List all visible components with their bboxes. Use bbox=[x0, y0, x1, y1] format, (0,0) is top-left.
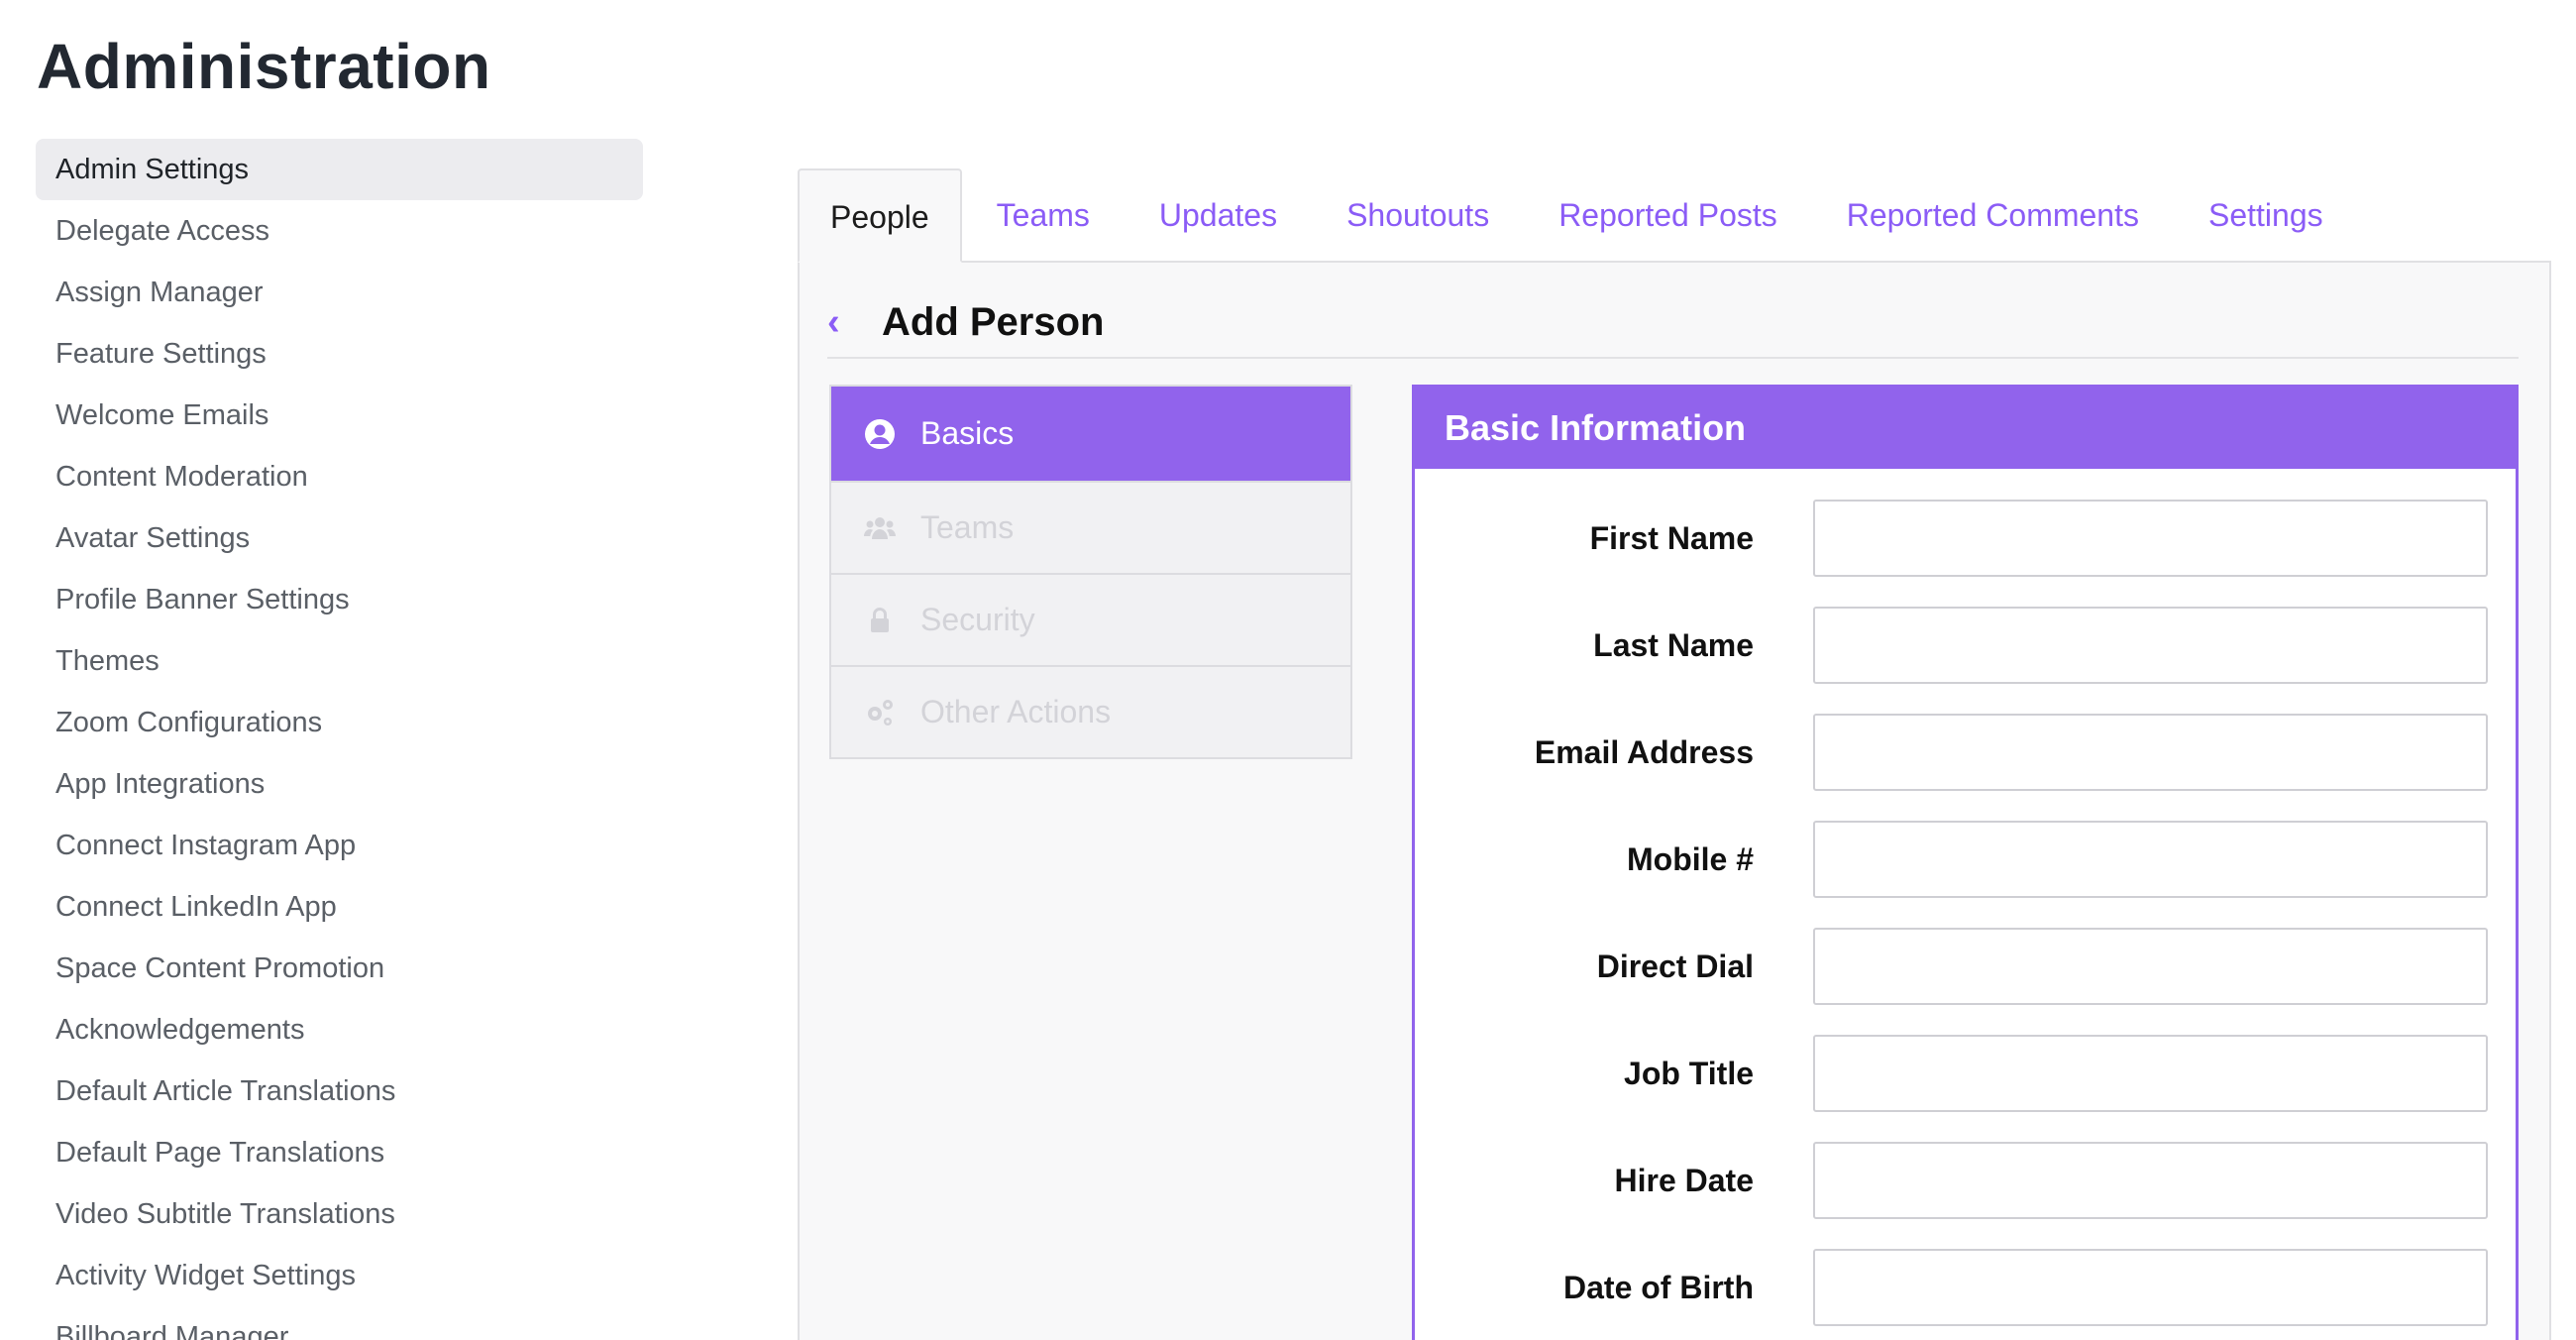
chevron-left-icon[interactable]: ‹ bbox=[827, 301, 872, 344]
tab-shoutouts[interactable]: Shoutouts bbox=[1312, 168, 1524, 263]
subnav-item-label: Basics bbox=[920, 415, 1015, 451]
subnav-item-other-actions[interactable]: Other Actions bbox=[831, 665, 1350, 757]
last-name-field[interactable] bbox=[1813, 607, 2488, 684]
card-title: Basic Information bbox=[1415, 388, 2516, 469]
header-divider bbox=[827, 357, 2519, 359]
tab-bar: People Teams Updates Shoutouts Reported … bbox=[798, 168, 2358, 263]
job-title-field[interactable] bbox=[1813, 1035, 2488, 1112]
sidebar-item-admin-settings[interactable]: Admin Settings bbox=[36, 139, 643, 200]
subnav-item-label: Teams bbox=[920, 509, 1015, 545]
form-row-date-of-birth: Date of Birth bbox=[1415, 1249, 2516, 1326]
subnav-item-basics[interactable]: Basics bbox=[831, 387, 1350, 481]
subnav-item-security[interactable]: Security bbox=[831, 573, 1350, 665]
sidebar-item-assign-manager[interactable]: Assign Manager bbox=[36, 262, 643, 323]
sidebar-item-delegate-access[interactable]: Delegate Access bbox=[36, 200, 643, 262]
subnav-item-label: Other Actions bbox=[920, 694, 1112, 729]
form-row-mobile: Mobile # bbox=[1415, 821, 2516, 898]
date-of-birth-label: Date of Birth bbox=[1563, 1269, 1754, 1305]
form-row-job-title: Job Title bbox=[1415, 1035, 2516, 1112]
sidebar-item-activity-widget-settings[interactable]: Activity Widget Settings bbox=[36, 1245, 643, 1306]
tab-reported-posts[interactable]: Reported Posts bbox=[1524, 168, 1812, 263]
section-title: Add Person bbox=[882, 299, 1105, 344]
sidebar-item-profile-banner-settings[interactable]: Profile Banner Settings bbox=[36, 569, 643, 630]
user-circle-icon bbox=[863, 417, 897, 451]
sidebar-item-billboard-manager[interactable]: Billboard Manager bbox=[36, 1306, 643, 1340]
first-name-label: First Name bbox=[1589, 519, 1754, 556]
sidebar-item-acknowledgements[interactable]: Acknowledgements bbox=[36, 999, 643, 1061]
job-title-label: Job Title bbox=[1624, 1055, 1754, 1091]
sidebar-item-app-integrations[interactable]: App Integrations bbox=[36, 753, 643, 815]
email-address-label: Email Address bbox=[1534, 733, 1754, 770]
users-icon bbox=[863, 511, 897, 545]
email-address-field[interactable] bbox=[1813, 714, 2488, 791]
tab-settings[interactable]: Settings bbox=[2174, 168, 2358, 263]
section-header: ‹ Add Person bbox=[827, 287, 1104, 357]
sidebar-item-space-content-promotion[interactable]: Space Content Promotion bbox=[36, 938, 643, 999]
sidebar-item-feature-settings[interactable]: Feature Settings bbox=[36, 323, 643, 385]
direct-dial-label: Direct Dial bbox=[1596, 948, 1754, 984]
form-row-last-name: Last Name bbox=[1415, 607, 2516, 684]
form-row-first-name: First Name bbox=[1415, 500, 2516, 577]
sidebar-item-connect-linkedin-app[interactable]: Connect LinkedIn App bbox=[36, 876, 643, 938]
admin-page: Administration Admin Settings Delegate A… bbox=[0, 0, 2576, 1340]
mobile-field[interactable] bbox=[1813, 821, 2488, 898]
direct-dial-field[interactable] bbox=[1813, 928, 2488, 1005]
first-name-field[interactable] bbox=[1813, 500, 2488, 577]
form-row-hire-date: Hire Date bbox=[1415, 1142, 2516, 1219]
admin-sidebar: Admin Settings Delegate Access Assign Ma… bbox=[36, 139, 643, 1340]
tab-updates[interactable]: Updates bbox=[1125, 168, 1312, 263]
gears-icon bbox=[863, 696, 897, 729]
sidebar-item-connect-instagram-app[interactable]: Connect Instagram App bbox=[36, 815, 643, 876]
sidebar-item-welcome-emails[interactable]: Welcome Emails bbox=[36, 385, 643, 446]
sidebar-item-video-subtitle-translations[interactable]: Video Subtitle Translations bbox=[36, 1183, 643, 1245]
hire-date-field[interactable] bbox=[1813, 1142, 2488, 1219]
subnav-item-label: Security bbox=[920, 602, 1035, 637]
basic-information-form: First Name Last Name Email Address Mobil… bbox=[1415, 500, 2516, 1340]
lock-icon bbox=[863, 604, 897, 637]
tab-people[interactable]: People bbox=[798, 168, 962, 263]
last-name-label: Last Name bbox=[1593, 626, 1754, 663]
tab-teams[interactable]: Teams bbox=[962, 168, 1125, 263]
sidebar-item-default-article-translations[interactable]: Default Article Translations bbox=[36, 1061, 643, 1122]
form-row-email-address: Email Address bbox=[1415, 714, 2516, 791]
sidebar-item-default-page-translations[interactable]: Default Page Translations bbox=[36, 1122, 643, 1183]
sidebar-item-zoom-configurations[interactable]: Zoom Configurations bbox=[36, 692, 643, 753]
hire-date-label: Hire Date bbox=[1614, 1162, 1755, 1198]
date-of-birth-field[interactable] bbox=[1813, 1249, 2488, 1326]
sidebar-item-avatar-settings[interactable]: Avatar Settings bbox=[36, 507, 643, 569]
person-subnav: Basics Teams Security Other Actions bbox=[829, 385, 1352, 759]
basic-information-card: Basic Information First Name Last Name E… bbox=[1412, 385, 2519, 1340]
sidebar-item-themes[interactable]: Themes bbox=[36, 630, 643, 692]
page-title: Administration bbox=[37, 31, 491, 102]
form-row-direct-dial: Direct Dial bbox=[1415, 928, 2516, 1005]
sidebar-item-content-moderation[interactable]: Content Moderation bbox=[36, 446, 643, 507]
tab-reported-comments[interactable]: Reported Comments bbox=[1812, 168, 2174, 263]
subnav-item-teams[interactable]: Teams bbox=[831, 481, 1350, 573]
mobile-label: Mobile # bbox=[1626, 840, 1754, 877]
